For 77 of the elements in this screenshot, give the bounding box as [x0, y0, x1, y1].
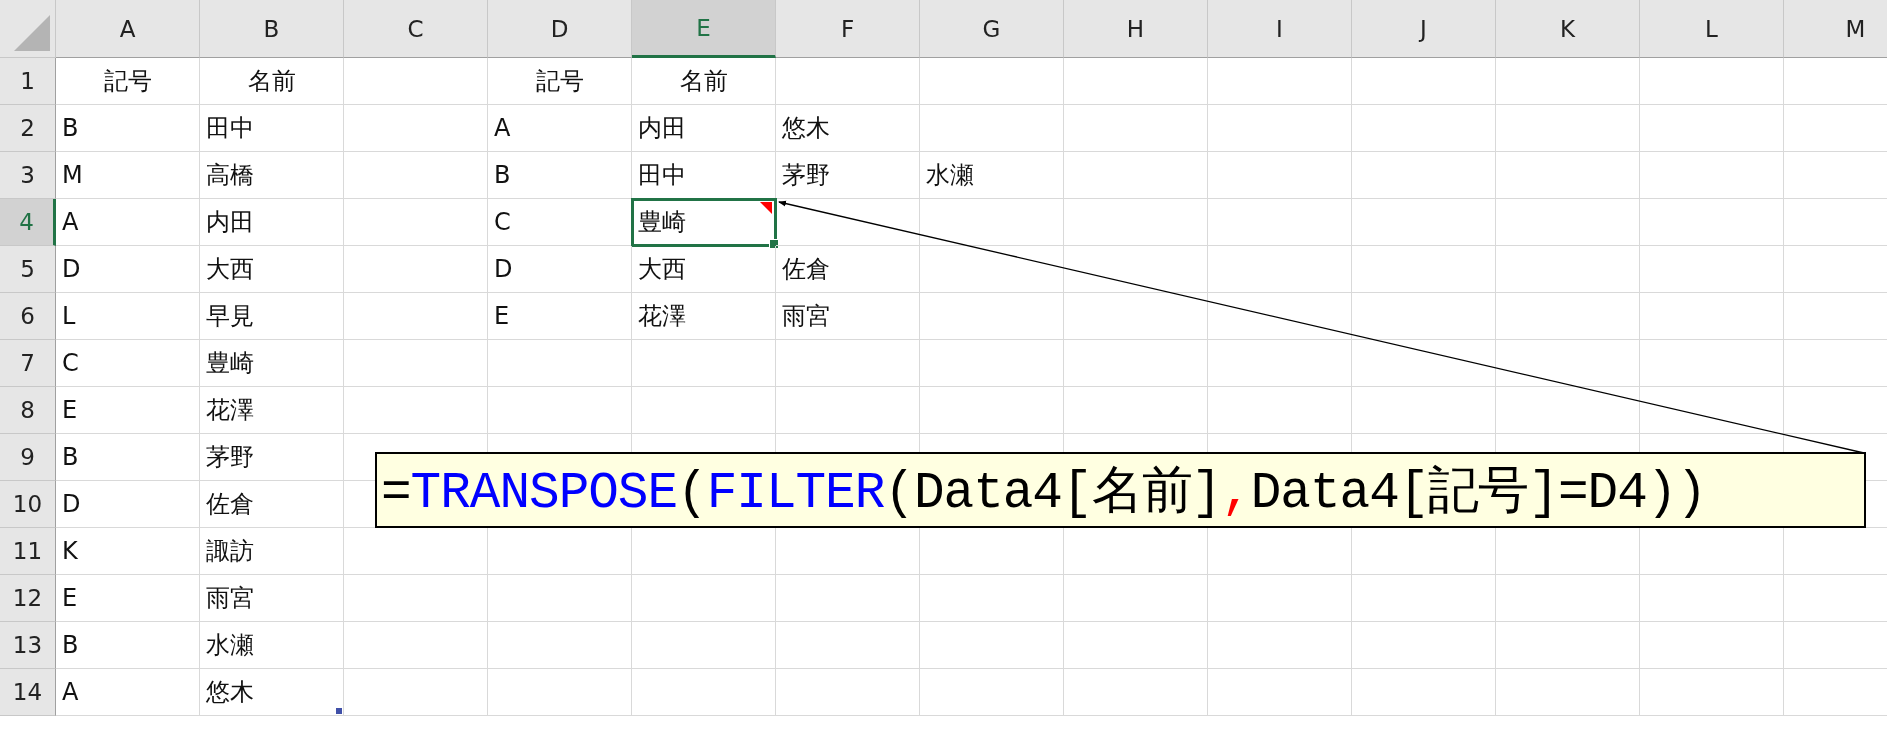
- table-resize-handle-icon[interactable]: [336, 708, 342, 714]
- cell-text: 田中: [638, 160, 686, 191]
- cell-text: 名前: [247, 66, 296, 97]
- cell-text: 田中: [206, 113, 254, 144]
- cell-text: A: [494, 114, 511, 142]
- row-header[interactable]: 4: [0, 199, 56, 246]
- cell-text: 大西: [638, 254, 686, 285]
- row-header[interactable]: 12: [0, 575, 56, 622]
- column-header[interactable]: L: [1640, 0, 1784, 58]
- row-header[interactable]: 6: [0, 293, 56, 340]
- column-header[interactable]: D: [488, 0, 632, 58]
- row-header[interactable]: 11: [0, 528, 56, 575]
- cell-text: E: [494, 302, 510, 330]
- cell-text: B: [62, 631, 79, 659]
- formula-text: =TRANSPOSE(FILTER(Data4[名前],Data4[記号]=D4)): [381, 463, 1707, 524]
- cell-text: D: [62, 490, 81, 518]
- cell-text: E: [62, 396, 78, 424]
- cell-text: A: [62, 678, 79, 706]
- cell-text: C: [494, 208, 511, 236]
- cell-text: 大西: [206, 254, 254, 285]
- column-header[interactable]: M: [1784, 0, 1887, 58]
- row-header[interactable]: 7: [0, 340, 56, 387]
- cell-text: 茅野: [782, 160, 830, 191]
- cell-text: 佐倉: [206, 489, 254, 520]
- select-all-corner[interactable]: [0, 0, 56, 58]
- row-header[interactable]: 5: [0, 246, 56, 293]
- cell-text: B: [62, 443, 79, 471]
- cell-text: 名前: [679, 66, 728, 97]
- cell-text: 雨宮: [206, 583, 254, 614]
- cell-text: K: [62, 537, 78, 565]
- column-header[interactable]: I: [1208, 0, 1352, 58]
- column-header[interactable]: A: [56, 0, 200, 58]
- cell-text: 悠木: [206, 677, 254, 708]
- fill-handle[interactable]: [769, 239, 779, 249]
- cell-text: 豊崎: [206, 348, 254, 379]
- row-header[interactable]: 9: [0, 434, 56, 481]
- cell-text: 花澤: [206, 395, 254, 426]
- row-header[interactable]: 8: [0, 387, 56, 434]
- cell-text: 水瀬: [926, 160, 974, 191]
- cell-text: D: [62, 255, 81, 283]
- cell-text: 内田: [638, 113, 686, 144]
- row-header[interactable]: 13: [0, 622, 56, 669]
- cell-text: 水瀬: [206, 630, 254, 661]
- row-header[interactable]: 10: [0, 481, 56, 528]
- column-header[interactable]: B: [200, 0, 344, 58]
- triangle-icon: [12, 13, 52, 53]
- row-header[interactable]: 3: [0, 152, 56, 199]
- cell-text: 豊崎: [638, 207, 686, 238]
- cell-text: E: [62, 584, 78, 612]
- cell-text: 諏訪: [206, 536, 254, 567]
- column-header[interactable]: H: [1064, 0, 1208, 58]
- cell-text: 雨宮: [782, 301, 830, 332]
- column-header[interactable]: K: [1496, 0, 1640, 58]
- cell-text: 内田: [206, 207, 254, 238]
- cell-text: B: [494, 161, 511, 189]
- cell-text: 高橋: [206, 160, 254, 191]
- row-header[interactable]: 2: [0, 105, 56, 152]
- cell-text: A: [62, 208, 79, 236]
- cell-text: 記号: [103, 66, 152, 97]
- cell-text: C: [62, 349, 79, 377]
- cell-text: B: [62, 114, 79, 142]
- cell-text: 花澤: [638, 301, 686, 332]
- cell-text: 悠木: [782, 113, 830, 144]
- column-header[interactable]: E: [632, 0, 776, 58]
- column-header[interactable]: J: [1352, 0, 1496, 58]
- cell-text: 佐倉: [782, 254, 830, 285]
- cell-text: 記号: [535, 66, 584, 97]
- row-header[interactable]: 1: [0, 58, 56, 105]
- cell-text: 早見: [206, 301, 254, 332]
- cell-text: D: [494, 255, 513, 283]
- cell-text: 茅野: [206, 442, 254, 473]
- column-header[interactable]: F: [776, 0, 920, 58]
- column-header[interactable]: C: [344, 0, 488, 58]
- cell-text: M: [62, 161, 83, 189]
- row-header[interactable]: 14: [0, 669, 56, 716]
- column-header[interactable]: G: [920, 0, 1064, 58]
- cell-text: L: [62, 302, 76, 330]
